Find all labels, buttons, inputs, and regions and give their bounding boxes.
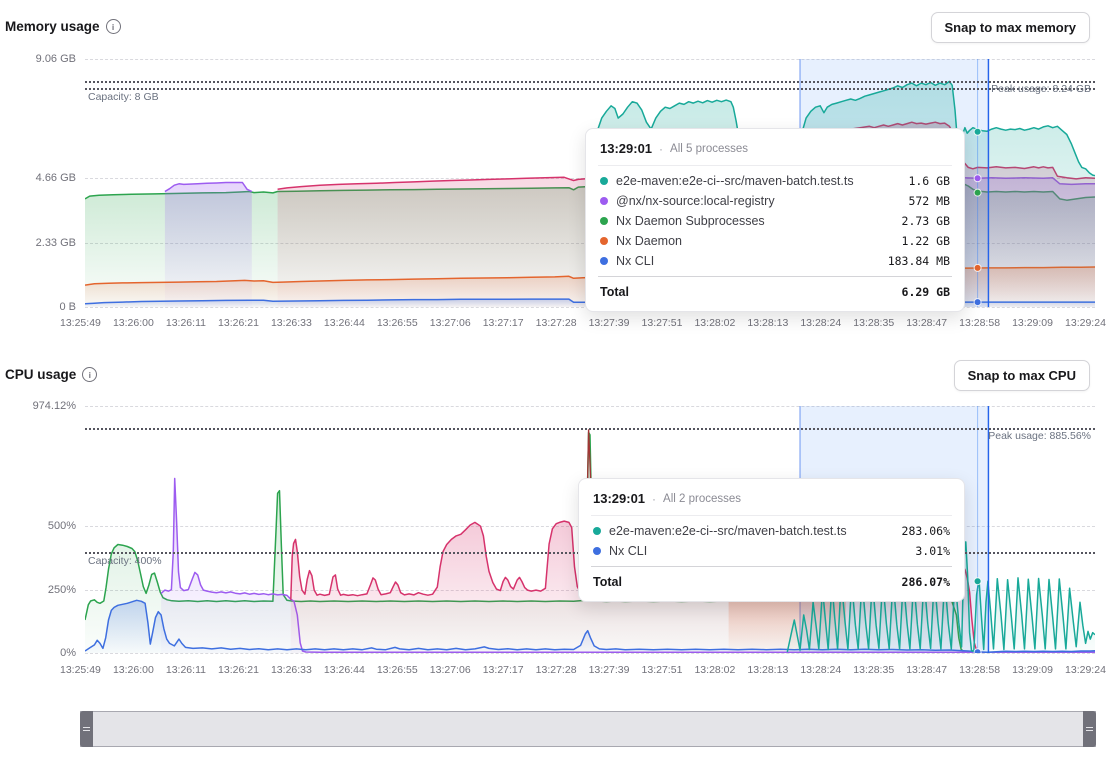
tooltip-total-row: Total 6.29 GB <box>600 281 950 302</box>
cpu-y-tick: 250% <box>0 584 76 596</box>
memory-x-axis: 13:25:4913:26:0013:26:11 13:26:2113:26:3… <box>60 317 1106 329</box>
hover-dot <box>974 299 981 306</box>
memory-y-tick: 4.66 GB <box>0 172 76 184</box>
hover-dot <box>974 128 981 135</box>
tooltip-total-row: Total 286.07% <box>593 571 950 592</box>
gridline <box>85 653 1095 654</box>
snap-to-max-cpu-button[interactable]: Snap to max CPU <box>954 360 1090 391</box>
hover-dot <box>974 578 981 585</box>
series-dot-icon <box>593 527 601 535</box>
series-dot-icon <box>600 197 608 205</box>
memory-tooltip-header: 13:29:01 · All 5 processes <box>600 138 950 159</box>
cpu-x-axis: 13:25:4913:26:0013:26:11 13:26:2113:26:3… <box>60 664 1106 676</box>
time-range-brush[interactable] <box>80 711 1096 747</box>
tooltip-row: @nx/nx-source:local-registry 572 MB <box>600 191 950 211</box>
hover-dot <box>974 189 981 196</box>
memory-peak-label: Peak usage: 8.24 GB <box>991 83 1091 95</box>
hover-dot <box>974 264 981 271</box>
cpu-peak-label: Peak usage: 885.56% <box>988 430 1091 442</box>
cpu-capacity-label: Capacity: 400% <box>88 555 162 567</box>
series-dot-icon <box>600 257 608 265</box>
cpu-tooltip: 13:29:01 · All 2 processes e2e-maven:e2e… <box>578 478 965 602</box>
resource-usage-page: Memory usage i Snap to max memory 9.06 G… <box>0 0 1118 761</box>
cpu-y-tick: 0% <box>0 647 76 659</box>
memory-peak-line <box>85 81 1095 83</box>
series-dot-icon <box>593 547 601 555</box>
series-dot-icon <box>600 217 608 225</box>
tooltip-time: 13:29:01 <box>593 491 645 506</box>
info-icon[interactable]: i <box>106 19 121 34</box>
memory-y-tick: 9.06 GB <box>0 53 76 65</box>
info-icon[interactable]: i <box>82 367 97 382</box>
tooltip-row: e2e-maven:e2e-ci--src/maven-batch.test.t… <box>600 171 950 191</box>
tooltip-row: Nx CLI 183.84 MB <box>600 251 950 271</box>
brush-right-handle-icon[interactable] <box>1083 711 1096 747</box>
cpu-tooltip-header: 13:29:01 · All 2 processes <box>593 488 950 509</box>
memory-capacity-line <box>85 88 1095 90</box>
snap-to-max-memory-button[interactable]: Snap to max memory <box>931 12 1091 43</box>
cpu-y-tick: 500% <box>0 520 76 532</box>
memory-tooltip: 13:29:01 · All 5 processes e2e-maven:e2e… <box>585 128 965 312</box>
tooltip-subtitle: All 2 processes <box>663 493 741 505</box>
brush-left-handle-icon[interactable] <box>80 711 93 747</box>
cpu-peak-line <box>85 428 1095 430</box>
memory-y-tick: 2.33 GB <box>0 237 76 249</box>
memory-y-tick: 0 B <box>0 301 76 313</box>
tooltip-time: 13:29:01 <box>600 141 652 156</box>
hover-dot <box>974 175 981 182</box>
tooltip-row: Nx CLI 3.01% <box>593 541 950 561</box>
memory-capacity-label: Capacity: 8 GB <box>88 91 159 103</box>
series-dot-icon <box>600 237 608 245</box>
tooltip-row: Nx Daemon Subprocesses 2.73 GB <box>600 211 950 231</box>
series-dot-icon <box>600 177 608 185</box>
cpu-title-text: CPU usage <box>5 367 76 382</box>
tooltip-subtitle: All 5 processes <box>670 143 748 155</box>
memory-title-text: Memory usage <box>5 19 100 34</box>
tooltip-row: e2e-maven:e2e-ci--src/maven-batch.test.t… <box>593 521 950 541</box>
memory-section-title: Memory usage i <box>5 19 121 34</box>
cpu-y-tick: 974.12% <box>0 400 76 412</box>
cpu-section-title: CPU usage i <box>5 367 97 382</box>
hover-dot <box>974 649 981 653</box>
tooltip-row: Nx Daemon 1.22 GB <box>600 231 950 251</box>
